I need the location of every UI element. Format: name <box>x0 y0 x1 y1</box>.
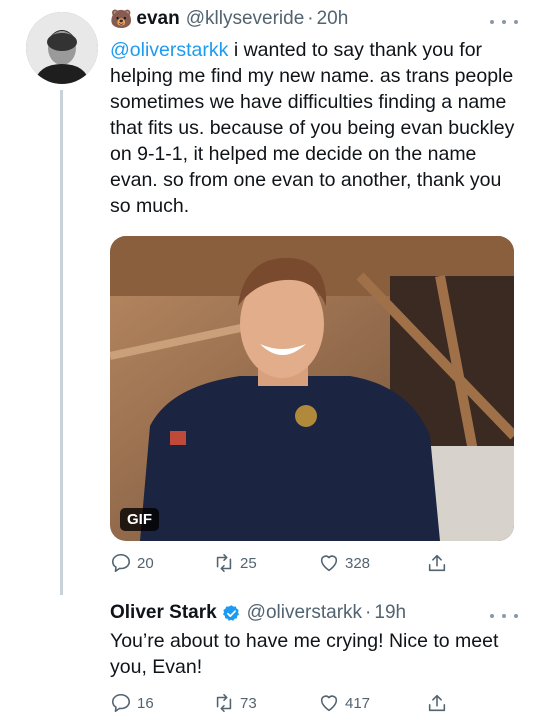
reply-icon <box>111 553 131 573</box>
separator-dot: · <box>365 602 372 623</box>
thread-line <box>60 90 63 595</box>
more-icon[interactable] <box>490 608 518 624</box>
like-icon <box>320 555 338 572</box>
retweet-icon <box>216 553 232 573</box>
separator-dot: · <box>307 8 314 29</box>
avatar[interactable] <box>26 12 98 84</box>
bear-emoji: 🐻 <box>110 8 133 29</box>
reply-count: 20 <box>137 554 154 572</box>
tweet-text-body: i wanted to say thank you for helping me… <box>110 39 515 217</box>
tweet-text: You’re about to have me crying! Nice to … <box>110 630 499 678</box>
like-icon <box>320 695 338 712</box>
reply-icon <box>111 693 131 713</box>
display-name[interactable]: Oliver Stark <box>110 602 217 624</box>
tweet-gif[interactable]: GIF <box>110 236 514 541</box>
tweet-header: Oliver Stark @oliverstarkk · 19h <box>110 602 406 624</box>
like-count: 328 <box>345 554 371 572</box>
retweet-button[interactable]: 25 <box>213 552 257 574</box>
tweet-actions: 16 73 417 <box>110 692 520 716</box>
verified-icon <box>222 604 239 621</box>
reply-button[interactable]: 20 <box>110 552 154 574</box>
reply-button[interactable]: 16 <box>110 692 154 714</box>
retweet-icon <box>216 693 232 713</box>
tweet-evan[interactable]: 🐻 evan @kllyseveride · 20h @oliverstarkk… <box>0 0 540 595</box>
share-button[interactable] <box>426 552 448 574</box>
like-count: 417 <box>345 694 371 712</box>
tweet-header: 🐻 evan @kllyseveride · 20h <box>110 8 348 30</box>
retweet-count: 73 <box>240 694 257 712</box>
display-name[interactable]: evan <box>136 8 179 30</box>
like-button[interactable]: 417 <box>318 692 370 714</box>
gif-image <box>110 236 514 541</box>
share-icon <box>428 554 446 572</box>
tweet-oliver-stark[interactable]: Oliver Stark @oliverstarkk · 19h You’re … <box>0 12 540 723</box>
tweet-actions: 20 25 328 <box>110 552 520 576</box>
mention-link[interactable]: @oliverstarkk <box>110 39 228 61</box>
more-icon[interactable] <box>490 14 518 30</box>
reply-count: 16 <box>137 694 154 712</box>
user-handle[interactable]: @oliverstarkk <box>247 602 362 624</box>
share-icon <box>428 694 446 712</box>
tweet-text: @oliverstarkk i wanted to say thank you … <box>110 37 515 219</box>
share-button[interactable] <box>426 692 448 714</box>
gif-badge: GIF <box>120 508 159 531</box>
user-handle[interactable]: @kllyseveride <box>186 8 305 30</box>
like-button[interactable]: 328 <box>318 552 370 574</box>
retweet-count: 25 <box>240 554 257 572</box>
timestamp[interactable]: 19h <box>374 602 406 624</box>
timestamp[interactable]: 20h <box>317 8 349 30</box>
retweet-button[interactable]: 73 <box>213 692 257 714</box>
